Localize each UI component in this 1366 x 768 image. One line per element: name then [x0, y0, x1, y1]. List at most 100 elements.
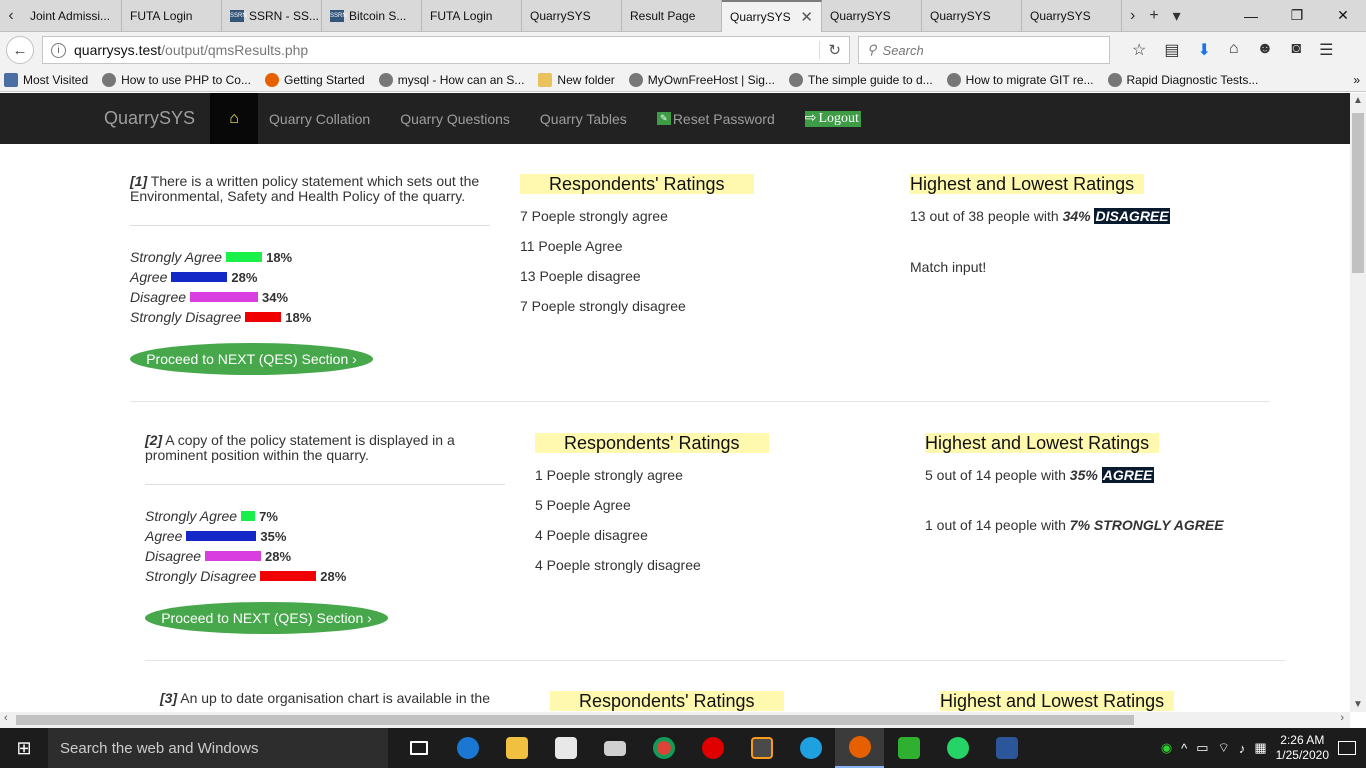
- nav-reset-password[interactable]: ✎ Reset Password: [656, 111, 775, 127]
- url-bar[interactable]: i quarrysys.test/output/qmsResults.php ↻: [42, 36, 850, 64]
- bar-row-strongly-disagree: Strongly Disagree 28%: [145, 568, 347, 584]
- reload-icon[interactable]: ↻: [819, 41, 841, 59]
- bookmark-item[interactable]: MyOwnFreeHost | Sig...: [628, 72, 775, 87]
- store-icon[interactable]: [541, 728, 590, 768]
- browser-tab[interactable]: QuarrySYS: [922, 0, 1022, 31]
- task-view-icon[interactable]: [394, 728, 443, 768]
- scroll-left-icon[interactable]: ‹: [4, 712, 8, 724]
- browser-tab[interactable]: SSRN Bitcoin S...: [322, 0, 422, 31]
- mail-icon[interactable]: [590, 728, 639, 768]
- browser-tab[interactable]: FUTA Login: [422, 0, 522, 31]
- volume-icon[interactable]: ♪: [1239, 741, 1246, 756]
- horizontal-scroll-thumb[interactable]: [16, 715, 1134, 725]
- edge-icon[interactable]: [443, 728, 492, 768]
- whatsapp-icon[interactable]: [933, 728, 982, 768]
- tab-scroll-left-icon[interactable]: ‹: [0, 0, 22, 31]
- bookmark-item[interactable]: Rapid Diagnostic Tests...: [1107, 72, 1258, 87]
- bookmark-item[interactable]: How to migrate GIT re...: [946, 72, 1094, 87]
- app-icon[interactable]: [786, 728, 835, 768]
- taskbar-search-input[interactable]: Search the web and Windows: [48, 728, 388, 768]
- horizontal-scrollbar[interactable]: ‹ ›: [0, 712, 1350, 728]
- pocket-icon[interactable]: ◙: [1291, 40, 1301, 60]
- scroll-up-icon[interactable]: ▲: [1350, 95, 1366, 106]
- question-column: [1] There is a written policy statement …: [130, 174, 490, 375]
- nav-quarry-collation[interactable]: Quarry Collation: [269, 111, 370, 127]
- battery-icon[interactable]: ▭: [1196, 740, 1208, 756]
- bookmark-item[interactable]: Most Visited: [4, 72, 88, 87]
- ssrn-favicon-icon: SSRN: [330, 9, 347, 22]
- wifi-off-icon[interactable]: ⌔: [1218, 740, 1230, 756]
- proceed-next-section-button[interactable]: Proceed to NEXT (QES) Section ›: [145, 602, 388, 634]
- browser-tab[interactable]: FUTA Login: [122, 0, 222, 31]
- logout-icon: ⇨: [804, 111, 817, 126]
- wifi-hotspot-icon[interactable]: [884, 728, 933, 768]
- browser-tab[interactable]: Joint Admissi...: [22, 0, 122, 31]
- info-icon[interactable]: i: [51, 42, 66, 58]
- proceed-next-section-button[interactable]: Proceed to NEXT (QES) Section ›: [130, 343, 373, 375]
- bookmark-item[interactable]: New folder: [538, 72, 615, 87]
- site-brand[interactable]: QuarrySYS: [104, 108, 195, 129]
- sublime-icon[interactable]: [737, 728, 786, 768]
- menu-icon[interactable]: ☰: [1319, 40, 1333, 60]
- bookmark-star-icon[interactable]: ☆: [1132, 40, 1146, 60]
- firefox-icon[interactable]: [835, 728, 884, 768]
- rating-agree: 11 Poeple Agree: [520, 238, 623, 254]
- tab-scroll-right-icon[interactable]: ›: [1130, 7, 1135, 25]
- vertical-scroll-thumb[interactable]: [1352, 113, 1364, 273]
- browser-tab[interactable]: QuarrySYS: [522, 0, 622, 31]
- close-tab-icon[interactable]: ✕: [800, 8, 813, 26]
- browser-tab[interactable]: SSRN SSRN - SS...: [222, 0, 322, 31]
- lowest-rating-line: 1 out of 14 people with 7% STRONGLY AGRE…: [925, 517, 1224, 533]
- bookmark-item[interactable]: mysql - How can an S...: [378, 72, 524, 87]
- scroll-right-icon[interactable]: ›: [1340, 712, 1344, 724]
- back-button[interactable]: ←: [6, 36, 34, 64]
- bookmark-item[interactable]: The simple guide to d...: [788, 72, 933, 87]
- bar-strongly-disagree: [245, 312, 282, 322]
- chevron-up-icon[interactable]: ^: [1181, 741, 1187, 756]
- restore-icon[interactable]: ❐: [1274, 7, 1320, 24]
- keyboard-icon[interactable]: ▦: [1254, 740, 1266, 756]
- question-text: [2] A copy of the policy statement is di…: [145, 432, 455, 463]
- bookmarks-toolbar: Most Visited How to use PHP to Co... Get…: [0, 68, 1366, 92]
- browser-tab[interactable]: Result Page: [622, 0, 722, 31]
- vertical-scrollbar[interactable]: ▲ ▼: [1350, 93, 1366, 712]
- download-icon[interactable]: ⬇: [1197, 40, 1210, 60]
- minimize-icon[interactable]: —: [1228, 8, 1274, 24]
- windows-start-icon[interactable]: ⊞: [0, 728, 48, 768]
- file-explorer-icon[interactable]: [492, 728, 541, 768]
- highlow-heading: Highest and Lowest Ratings: [925, 433, 1160, 453]
- bookmark-item[interactable]: Getting Started: [264, 72, 365, 87]
- firefox-icon: [264, 72, 279, 87]
- home-icon[interactable]: ⌂: [1229, 40, 1239, 60]
- browser-tab[interactable]: QuarrySYS: [1022, 0, 1122, 31]
- nav-home[interactable]: ⌂: [210, 93, 259, 144]
- bookmarks-overflow-icon[interactable]: »: [1353, 73, 1366, 87]
- opera-icon[interactable]: [688, 728, 737, 768]
- new-tab-icon[interactable]: +: [1149, 7, 1158, 25]
- rating-disagree: 13 Poeple disagree: [520, 268, 641, 284]
- library-icon[interactable]: ▤: [1164, 40, 1179, 60]
- tab-list-chevron-icon[interactable]: ▾: [1173, 6, 1181, 26]
- url-path: /output/qmsResults.php: [161, 42, 309, 58]
- bookmark-item[interactable]: How to use PHP to Co...: [102, 72, 251, 87]
- nav-logout[interactable]: ⇨ Logout: [804, 110, 861, 127]
- scroll-down-icon[interactable]: ▼: [1350, 699, 1366, 710]
- clock[interactable]: 2:26 AM 1/25/2020: [1276, 733, 1329, 763]
- chrome-icon[interactable]: [639, 728, 688, 768]
- globe-icon: [946, 72, 961, 87]
- smiley-icon[interactable]: ☻: [1257, 40, 1274, 60]
- network-icon[interactable]: ◉: [1161, 740, 1172, 756]
- windows-taskbar: ⊞ Search the web and Windows ◉ ^ ▭ ⌔ ♪ ▦…: [0, 728, 1366, 768]
- search-input[interactable]: ⚲ Search: [858, 36, 1110, 64]
- nav-quarry-questions[interactable]: Quarry Questions: [400, 111, 510, 127]
- notifications-icon[interactable]: [1338, 741, 1356, 755]
- globe-icon: [102, 72, 117, 87]
- highest-rating-line: 5 out of 14 people with 35% AGREE: [925, 467, 1154, 483]
- nav-quarry-tables[interactable]: Quarry Tables: [540, 111, 627, 127]
- browser-tab[interactable]: QuarrySYS: [822, 0, 922, 31]
- search-icon: ⚲: [867, 42, 877, 57]
- browser-tab-active[interactable]: QuarrySYS ✕: [722, 0, 822, 32]
- close-window-icon[interactable]: ✕: [1320, 7, 1366, 24]
- question-text: [3] An up to date organisation chart is …: [160, 690, 491, 706]
- word-icon[interactable]: [982, 728, 1031, 768]
